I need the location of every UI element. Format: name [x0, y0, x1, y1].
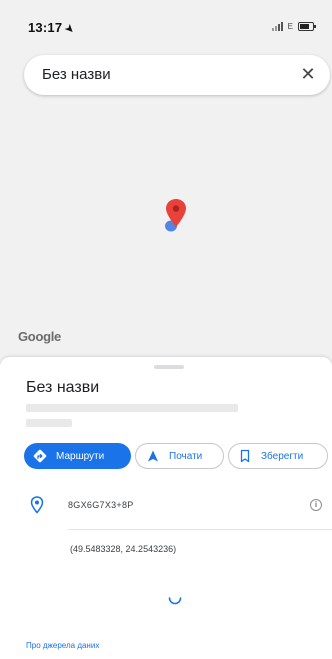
- network-type: E: [287, 22, 293, 31]
- divider: [68, 529, 332, 530]
- status-bar: 13:17➤ E: [0, 0, 332, 48]
- info-icon[interactable]: i: [310, 499, 322, 511]
- google-logo: Google: [18, 329, 61, 344]
- plus-code[interactable]: 8GX6G7X3+8P: [68, 500, 134, 510]
- plus-code-row[interactable]: 8GX6G7X3+8P i: [0, 491, 332, 521]
- status-time: 13:17➤: [28, 20, 77, 37]
- status-indicators: E: [271, 21, 316, 31]
- save-button[interactable]: Зберегти: [228, 443, 328, 469]
- close-icon[interactable]: ✕: [296, 62, 320, 86]
- navigation-arrow-icon: [148, 450, 158, 462]
- start-label: Почати: [169, 450, 203, 462]
- battery-icon: [298, 22, 316, 31]
- status-time-text: 13:17: [28, 20, 63, 35]
- map-area[interactable]: Google: [0, 0, 332, 360]
- loading-placeholder-line: [26, 419, 72, 427]
- sheet-drag-handle[interactable]: [154, 365, 184, 369]
- action-buttons: Маршрути Почати Зберегти: [24, 443, 332, 469]
- place-title: Без назви: [26, 379, 100, 396]
- location-pin-icon: [30, 496, 44, 514]
- coordinates[interactable]: (49.5483328, 24.2543236): [70, 544, 176, 554]
- map-pin-icon[interactable]: [162, 197, 188, 235]
- location-arrow-icon: ➤: [62, 22, 77, 37]
- search-box[interactable]: Без назви ✕: [24, 55, 330, 95]
- loading-placeholder-line: [26, 404, 238, 412]
- directions-button[interactable]: Маршрути: [24, 443, 131, 469]
- search-query[interactable]: Без назви: [42, 66, 111, 83]
- signal-icon: [271, 21, 283, 31]
- about-data-sources-link[interactable]: Про джерела даних: [26, 641, 99, 650]
- directions-icon: [33, 449, 47, 463]
- loading-spinner-icon: [168, 597, 182, 605]
- save-label: Зберегти: [261, 450, 304, 462]
- place-bottom-sheet[interactable]: Без назви Маршрути Почати Зберегти 8GX6G…: [0, 357, 332, 659]
- bookmark-icon: [240, 449, 250, 463]
- start-button[interactable]: Почати: [135, 443, 224, 469]
- directions-label: Маршрути: [56, 450, 105, 462]
